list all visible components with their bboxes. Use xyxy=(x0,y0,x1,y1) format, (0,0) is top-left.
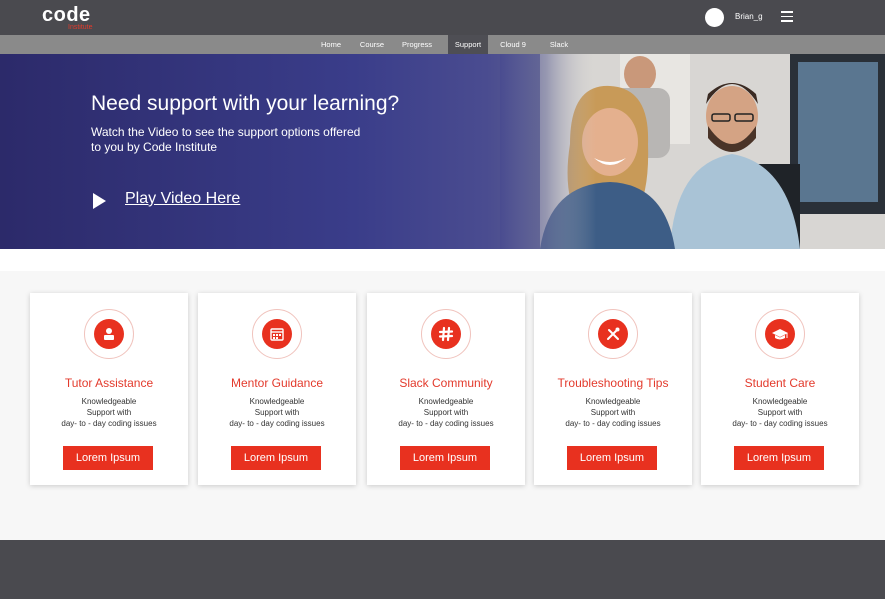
nav-item-slack[interactable]: Slack xyxy=(540,35,578,54)
card-title: Slack Community xyxy=(399,376,493,390)
card-description: Knowledgeable Support with day- to - day… xyxy=(715,396,845,429)
card-text-line: day- to - day coding issues xyxy=(732,419,828,428)
nav-item-home[interactable]: Home xyxy=(312,35,350,54)
hero-subtitle-line2: to you by Code Institute xyxy=(91,140,218,154)
slack-hash-icon xyxy=(421,309,471,359)
card-text-line: Knowledgeable xyxy=(418,397,474,406)
card-title: Mentor Guidance xyxy=(230,376,324,390)
avatar[interactable] xyxy=(705,8,724,27)
hero-photo xyxy=(500,54,885,249)
play-video-link[interactable]: Play Video Here xyxy=(125,190,240,208)
top-bar: code Institute Brian_g xyxy=(0,0,885,35)
card-title: Troubleshooting Tips xyxy=(557,376,669,390)
graduation-cap-icon xyxy=(755,309,805,359)
hero-subtitle-line1: Watch the Video to see the support optio… xyxy=(91,125,361,139)
card-text-line: Knowledgeable xyxy=(752,397,808,406)
hero-title: Need support with your learning? xyxy=(91,92,400,115)
card-troubleshooting-tips: Troubleshooting Tips Knowledgeable Suppo… xyxy=(534,293,692,485)
nav-item-course[interactable]: Course xyxy=(352,35,392,54)
logo-text: code xyxy=(42,4,91,26)
main-nav: Home Course Progress Support Cloud 9 Sla… xyxy=(0,35,885,54)
card-text-line: Support with xyxy=(757,408,803,417)
hero-banner: Need support with your learning? Watch t… xyxy=(0,54,885,249)
card-description: Knowledgeable Support with day- to - day… xyxy=(381,396,511,429)
card-text-line: Support with xyxy=(590,408,636,417)
hero-subtitle: Watch the Video to see the support optio… xyxy=(91,125,391,155)
nav-item-progress[interactable]: Progress xyxy=(394,35,440,54)
card-description: Knowledgeable Support with day- to - day… xyxy=(212,396,342,429)
card-text-line: day- to - day coding issues xyxy=(229,419,325,428)
tutor-stamp-icon xyxy=(84,309,134,359)
card-text-line: Knowledgeable xyxy=(81,397,137,406)
play-icon[interactable] xyxy=(93,193,106,209)
card-text-line: Support with xyxy=(254,408,300,417)
calendar-icon xyxy=(252,309,302,359)
card-text-line: day- to - day coding issues xyxy=(565,419,661,428)
card-mentor-guidance: Mentor Guidance Knowledgeable Support wi… xyxy=(198,293,356,485)
tools-icon xyxy=(588,309,638,359)
card-slack-community: Slack Community Knowledgeable Support wi… xyxy=(367,293,525,485)
card-text-line: Support with xyxy=(86,408,132,417)
card-description: Knowledgeable Support with day- to - day… xyxy=(44,396,174,429)
card-student-care: Student Care Knowledgeable Support with … xyxy=(701,293,859,485)
card-text-line: Knowledgeable xyxy=(585,397,641,406)
code-institute-logo[interactable]: code Institute xyxy=(42,4,93,31)
tutor-assistance-button[interactable]: Lorem Ipsum xyxy=(63,446,153,470)
slack-community-button[interactable]: Lorem Ipsum xyxy=(400,446,490,470)
card-text-line: Knowledgeable xyxy=(249,397,305,406)
section-divider xyxy=(0,249,885,271)
student-care-button[interactable]: Lorem Ipsum xyxy=(734,446,824,470)
username[interactable]: Brian_g xyxy=(735,12,763,21)
card-text-line: day- to - day coding issues xyxy=(61,419,157,428)
card-text-line: Support with xyxy=(423,408,469,417)
footer xyxy=(0,540,885,599)
logo-subtext: Institute xyxy=(68,24,93,31)
card-tutor-assistance: Tutor Assistance Knowledgeable Support w… xyxy=(30,293,188,485)
hamburger-menu-icon[interactable] xyxy=(781,11,793,22)
card-title: Tutor Assistance xyxy=(64,376,154,390)
card-text-line: day- to - day coding issues xyxy=(398,419,494,428)
card-description: Knowledgeable Support with day- to - day… xyxy=(548,396,678,429)
nav-item-support[interactable]: Support xyxy=(448,35,488,54)
nav-item-cloud9[interactable]: Cloud 9 xyxy=(492,35,534,54)
card-title: Student Care xyxy=(744,376,816,390)
mentor-guidance-button[interactable]: Lorem Ipsum xyxy=(231,446,321,470)
troubleshooting-tips-button[interactable]: Lorem Ipsum xyxy=(567,446,657,470)
